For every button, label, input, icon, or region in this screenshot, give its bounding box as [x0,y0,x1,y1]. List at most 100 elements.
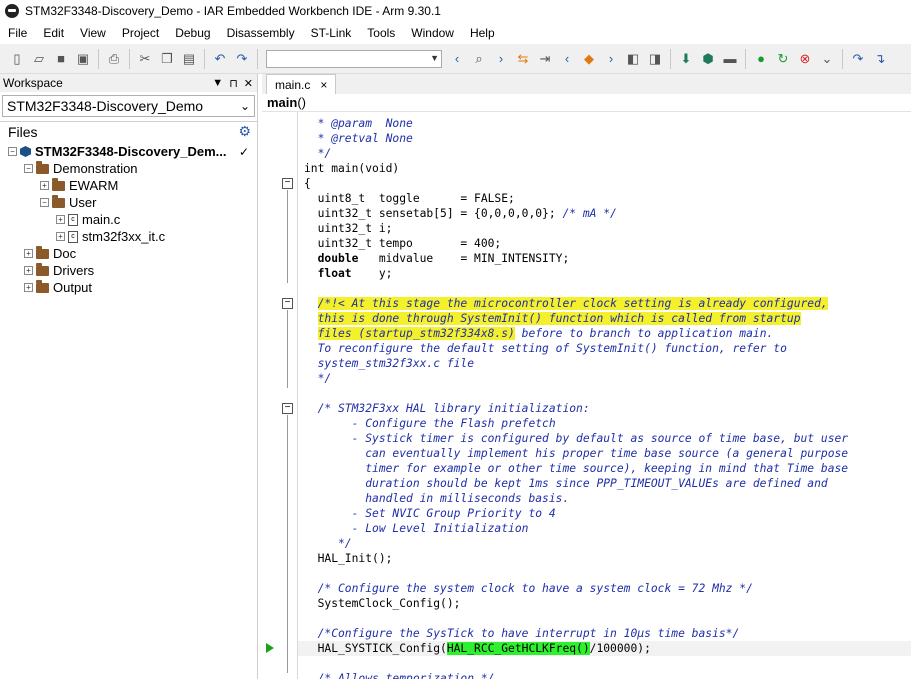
tab-main-c[interactable]: main.c × [266,74,337,94]
code-token: */ [304,537,352,550]
code-line: */ [304,146,332,161]
tree-node[interactable]: + EWARM [0,177,257,194]
collapse-icon[interactable]: − [8,147,17,156]
tree-node[interactable]: + Doc [0,245,257,262]
paste-icon[interactable]: ▤ [180,50,198,68]
fold-collapse-icon[interactable]: − [282,403,293,414]
code-token: midvalue = MIN_INTENSITY; [358,252,570,265]
menu-file[interactable]: File [0,22,35,44]
tree-node[interactable]: − Demonstration [0,160,257,177]
toolbar-overflow-icon[interactable]: ⌄ [818,50,836,68]
editor-pane: main.c × main() − − − * @param None * @ret… [262,74,911,679]
code-area[interactable]: * @param None * @retval None */ int main(… [304,112,911,679]
function-navigator[interactable]: main() [262,94,911,112]
workspace-menu-icon[interactable]: ▼ [212,77,223,90]
code-line: system_stm32f3xx.c file [304,356,474,371]
expand-icon[interactable]: + [24,266,33,275]
goto-icon[interactable]: ⇥ [536,50,554,68]
code-line: */ [304,536,352,551]
save-icon[interactable]: ■ [52,50,70,68]
breakpoints-icon[interactable]: ▬ [721,50,739,68]
code-line: - Configure the Flash prefetch [304,416,556,431]
navigate-back-icon[interactable]: ‹ [558,50,576,68]
menu-tools[interactable]: Tools [359,22,403,44]
code-token: can eventually implement his proper time… [304,447,849,460]
menu-edit[interactable]: Edit [35,22,72,44]
code-line: * @param None [304,116,413,131]
rebuild-icon[interactable]: ↻ [774,50,792,68]
print-icon[interactable]: ⎙ [105,50,123,68]
collapse-icon[interactable]: − [24,164,33,173]
toolbar-separator [257,48,258,69]
toolbar-separator [842,48,843,69]
find-icon[interactable]: ⌕ [470,50,488,68]
redo-icon[interactable]: ↷ [233,50,251,68]
menu-st-link[interactable]: ST-Link [303,22,360,44]
code-token: system_stm32f3xx.c file [304,357,475,370]
tree-node[interactable]: − User [0,194,257,211]
open-file-icon[interactable]: ▱ [30,50,48,68]
fold-collapse-icon[interactable]: − [282,298,293,309]
chevron-down-icon[interactable]: ▼ [430,53,439,63]
code-line: this is done through SystemInit() functi… [304,311,801,326]
menu-disassembly[interactable]: Disassembly [219,22,303,44]
gear-icon[interactable]: ⚙ [238,123,251,140]
new-file-icon[interactable]: ▯ [8,50,26,68]
title-bar: STM32F3348-Discovery_Demo - IAR Embedded… [0,0,911,22]
cut-icon[interactable]: ✂ [136,50,154,68]
tree-node[interactable]: − STM32F3348-Discovery_Dem... ✓ [0,143,257,160]
menu-window[interactable]: Window [403,22,462,44]
expand-icon[interactable]: + [40,181,49,190]
files-label: Files [8,123,38,140]
workspace-configuration-select[interactable]: STM32F3348-Discovery_Demo ⌄ [2,95,255,117]
expand-icon[interactable]: + [24,249,33,258]
tree-node[interactable]: + c stm32f3xx_it.c [0,228,257,245]
code-token: /* STM32F3xx HAL library initialization: [304,402,590,415]
tree-node[interactable]: + c main.c [0,211,257,228]
close-icon[interactable]: × [320,78,327,92]
code-token: /100000); [589,642,651,655]
code-token: uint32_t i; [304,222,393,235]
project-icon [20,146,31,157]
make-icon[interactable]: ● [752,50,770,68]
stop-build-icon[interactable]: ⊗ [796,50,814,68]
code-token: - Systick timer is configured by default… [304,432,849,445]
bookmark-icon[interactable]: ◆ [580,50,598,68]
download-icon[interactable]: ⬇ [677,50,695,68]
editor-gutter[interactable]: − − − [262,112,298,679]
expand-icon[interactable]: + [24,283,33,292]
fold-collapse-icon[interactable]: − [282,178,293,189]
toolbar-separator [745,48,746,69]
pin-icon[interactable]: ⊓ [229,77,238,90]
tree-node-label: EWARM [69,178,119,193]
replace-icon[interactable]: ⇆ [514,50,532,68]
expand-icon[interactable]: + [56,232,65,241]
menu-view[interactable]: View [72,22,114,44]
step-over-icon[interactable]: ↷ [849,50,867,68]
code-token: uint32_t sensetab[5] = {0,0,0,0,0}; [304,207,563,220]
navigate-forward-icon[interactable]: › [602,50,620,68]
code-token: HAL_SYSTICK_Config( [304,642,447,655]
find-combo[interactable]: ▼ [266,49,442,68]
menu-debug[interactable]: Debug [167,22,218,44]
find-previous-icon[interactable]: ‹ [448,50,466,68]
download-debug-icon[interactable]: ⬢ [699,50,717,68]
next-bookmark-icon[interactable]: ◨ [646,50,664,68]
menu-project[interactable]: Project [114,22,167,44]
copy-icon[interactable]: ❐ [158,50,176,68]
close-icon[interactable]: ✕ [244,77,253,90]
tree-node[interactable]: + Output [0,279,257,296]
tree-node[interactable]: + Drivers [0,262,257,279]
previous-bookmark-icon[interactable]: ◧ [624,50,642,68]
menu-help[interactable]: Help [462,22,503,44]
code-line: double midvalue = MIN_INTENSITY; [304,251,570,266]
code-token: */ [304,147,332,160]
step-into-icon[interactable]: ↴ [871,50,889,68]
collapse-icon[interactable]: − [40,198,49,207]
code-token: - Configure the Flash prefetch [304,417,556,430]
code-token: /*!< At this stage the microcontroller c… [317,297,828,310]
undo-icon[interactable]: ↶ [211,50,229,68]
save-all-icon[interactable]: ▣ [74,50,92,68]
expand-icon[interactable]: + [56,215,65,224]
find-next-icon[interactable]: › [492,50,510,68]
